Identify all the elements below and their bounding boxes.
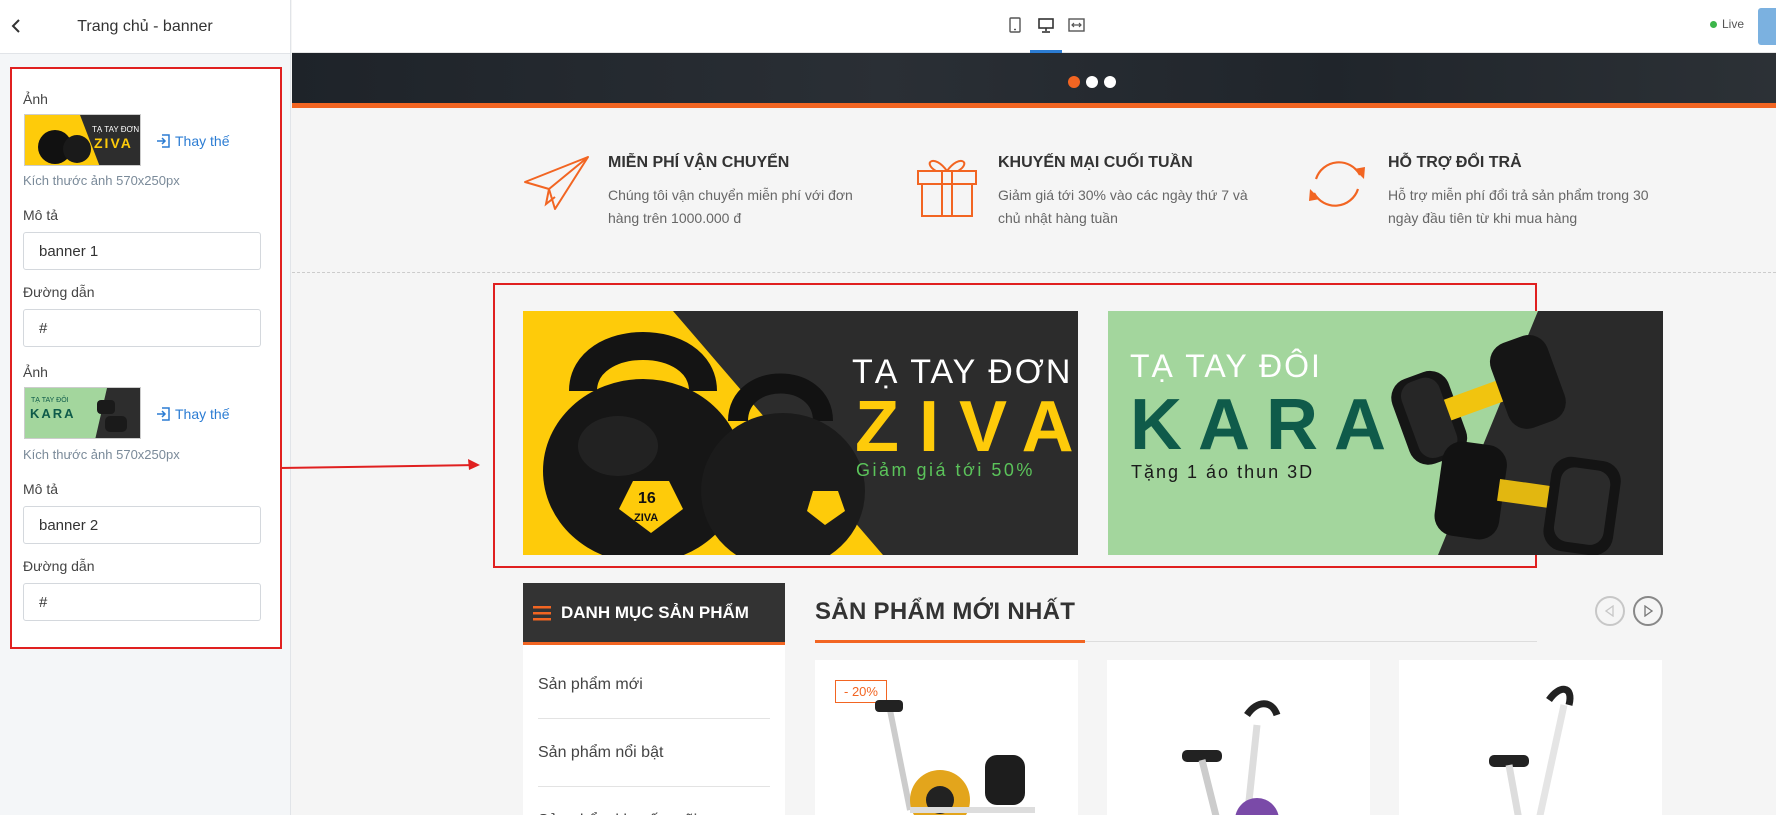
replace-label-1: Thay thế — [175, 133, 230, 149]
sidebar-header: Trang chủ - banner — [0, 0, 290, 54]
live-dot-icon — [1710, 20, 1717, 28]
slider-dot-2[interactable] — [1086, 76, 1098, 88]
banner-2-line3: Tặng 1 áo thun 3D — [1131, 462, 1314, 482]
back-button[interactable] — [4, 14, 28, 38]
link-input-2[interactable] — [23, 583, 261, 621]
connector-arrow-icon — [280, 459, 480, 470]
thumb-1-line1: TẠ TAY ĐƠN — [92, 125, 139, 134]
products-prev-button[interactable] — [1595, 596, 1625, 626]
banner-1-ziva[interactable]: 16 ZIVA TẠ TAY ĐƠN ZIVA Giảm giá tới 50% — [523, 311, 1078, 555]
image-label-2: Ảnh — [23, 364, 48, 380]
exercise-bike-image — [1182, 700, 1281, 815]
live-label: Live — [1722, 17, 1745, 31]
category-menu: DANH MỤC SẢN PHẨM Sản phẩm mới Sản phẩm … — [523, 583, 785, 815]
fullwidth-icon — [1067, 18, 1085, 32]
chevron-left-icon — [11, 19, 20, 33]
publish-button[interactable] — [1758, 8, 1776, 45]
triangle-right-icon — [1644, 605, 1653, 617]
replace-image-button-2[interactable]: Thay thế — [156, 406, 229, 422]
replace-label-2: Thay thế — [175, 406, 230, 422]
thumb-2-line1: TẠ TAY ĐÔI — [31, 395, 69, 404]
products-next-button[interactable] — [1633, 596, 1663, 626]
kettlebell-brand: ZIVA — [634, 512, 658, 524]
site-preview: MIỄN PHÍ VẬN CHUYỂN Chúng tôi vận chuyển… — [292, 53, 1776, 815]
image-label-1: Ảnh — [23, 91, 48, 107]
feature-desc-3: Hỗ trợ miễn phí đổi trả sản phẩm trong 3… — [1388, 187, 1649, 226]
feature-title-2: KHUYẾN MẠI CUỐI TUẦN — [998, 154, 1193, 171]
thumb-2-line2: KARA — [30, 406, 76, 421]
product-card[interactable] — [1399, 660, 1662, 815]
replace-image-button-1[interactable]: Thay thế — [156, 133, 229, 149]
mobile-view-button[interactable] — [1004, 14, 1026, 36]
feature-desc-2: Giảm giá tới 30% vào các ngày thứ 7 và c… — [998, 187, 1248, 226]
hamburger-icon — [533, 605, 551, 620]
slider-accent-line — [292, 103, 1776, 108]
category-header: DANH MỤC SẢN PHẨM — [523, 583, 785, 645]
description-label-1: Mô tả — [23, 207, 59, 223]
upright-bike-image — [1489, 685, 1574, 815]
category-title: DANH MỤC SẢN PHẨM — [561, 602, 749, 622]
banner-2-kara[interactable]: TẠ TAY ĐÔI KARA Tặng 1 áo thun 3D — [1108, 311, 1663, 555]
feature-title-3: HỖ TRỢ ĐỔI TRẢ — [1388, 154, 1522, 171]
recumbent-bike-image — [875, 700, 1035, 815]
paper-plane-icon — [524, 156, 589, 210]
kettlebell-number: 16 — [638, 490, 656, 507]
banner-1-line3: Giảm giá tới 50% — [856, 460, 1035, 480]
feature-desc-1: Chúng tôi vận chuyển miễn phí với đơn hà… — [608, 187, 853, 226]
new-products-accent — [815, 640, 1085, 643]
mobile-icon — [1009, 17, 1021, 33]
gift-icon — [917, 159, 977, 217]
banner-1-line1: TẠ TAY ĐƠN — [852, 353, 1072, 391]
size-hint-2: Kích thước ảnh 570x250px — [23, 447, 180, 462]
live-status: Live — [1710, 17, 1744, 31]
settings-sidebar: Trang chủ - banner Ảnh TẠ TAY ĐƠN ZIVA T… — [0, 0, 291, 815]
thumb-1-line2: ZIVA — [94, 135, 133, 151]
link-label-1: Đường dẫn — [23, 284, 95, 300]
banner-2-line1: TẠ TAY ĐÔI — [1130, 348, 1322, 384]
description-input-1[interactable] — [23, 232, 261, 270]
refresh-icon — [1309, 161, 1365, 207]
hero-slider — [292, 53, 1776, 103]
banner-2-thumbnail[interactable]: TẠ TAY ĐÔI KARA — [24, 387, 141, 439]
description-input-2[interactable] — [23, 506, 261, 544]
replace-icon — [157, 134, 170, 148]
sidebar-title: Trang chủ - banner — [77, 17, 213, 35]
replace-icon — [157, 407, 170, 421]
feature-title-1: MIỄN PHÍ VẬN CHUYỂN — [608, 154, 790, 171]
category-item-sale[interactable]: Sản phẩm khuyến mãi — [538, 787, 770, 815]
size-hint-1: Kích thước ảnh 570x250px — [23, 173, 180, 188]
slider-dot-3[interactable] — [1104, 76, 1116, 88]
link-label-2: Đường dẫn — [23, 558, 95, 574]
banner-settings-panel: Ảnh TẠ TAY ĐƠN ZIVA Thay thế Kích thước … — [10, 67, 282, 649]
link-input-1[interactable] — [23, 309, 261, 347]
banner-1-thumbnail[interactable]: TẠ TAY ĐƠN ZIVA — [24, 114, 141, 166]
description-label-2: Mô tả — [23, 481, 59, 497]
fullwidth-view-button[interactable] — [1065, 14, 1087, 36]
category-item-new[interactable]: Sản phẩm mới — [538, 651, 770, 719]
banner-2-line2: KARA — [1130, 385, 1402, 465]
new-products-title: SẢN PHẨM MỚI NHẤT — [815, 598, 1076, 625]
editor-toolbar: Live — [292, 0, 1776, 53]
section-divider — [292, 272, 1776, 273]
triangle-left-icon — [1605, 605, 1614, 617]
desktop-icon — [1038, 17, 1054, 33]
product-card[interactable]: - 20% — [815, 660, 1078, 815]
category-item-featured[interactable]: Sản phẩm nổi bật — [538, 719, 770, 787]
slider-dot-1[interactable] — [1068, 76, 1080, 88]
desktop-view-button[interactable] — [1035, 14, 1057, 36]
product-card[interactable] — [1107, 660, 1370, 815]
banner-1-line2: ZIVA — [855, 387, 1078, 467]
